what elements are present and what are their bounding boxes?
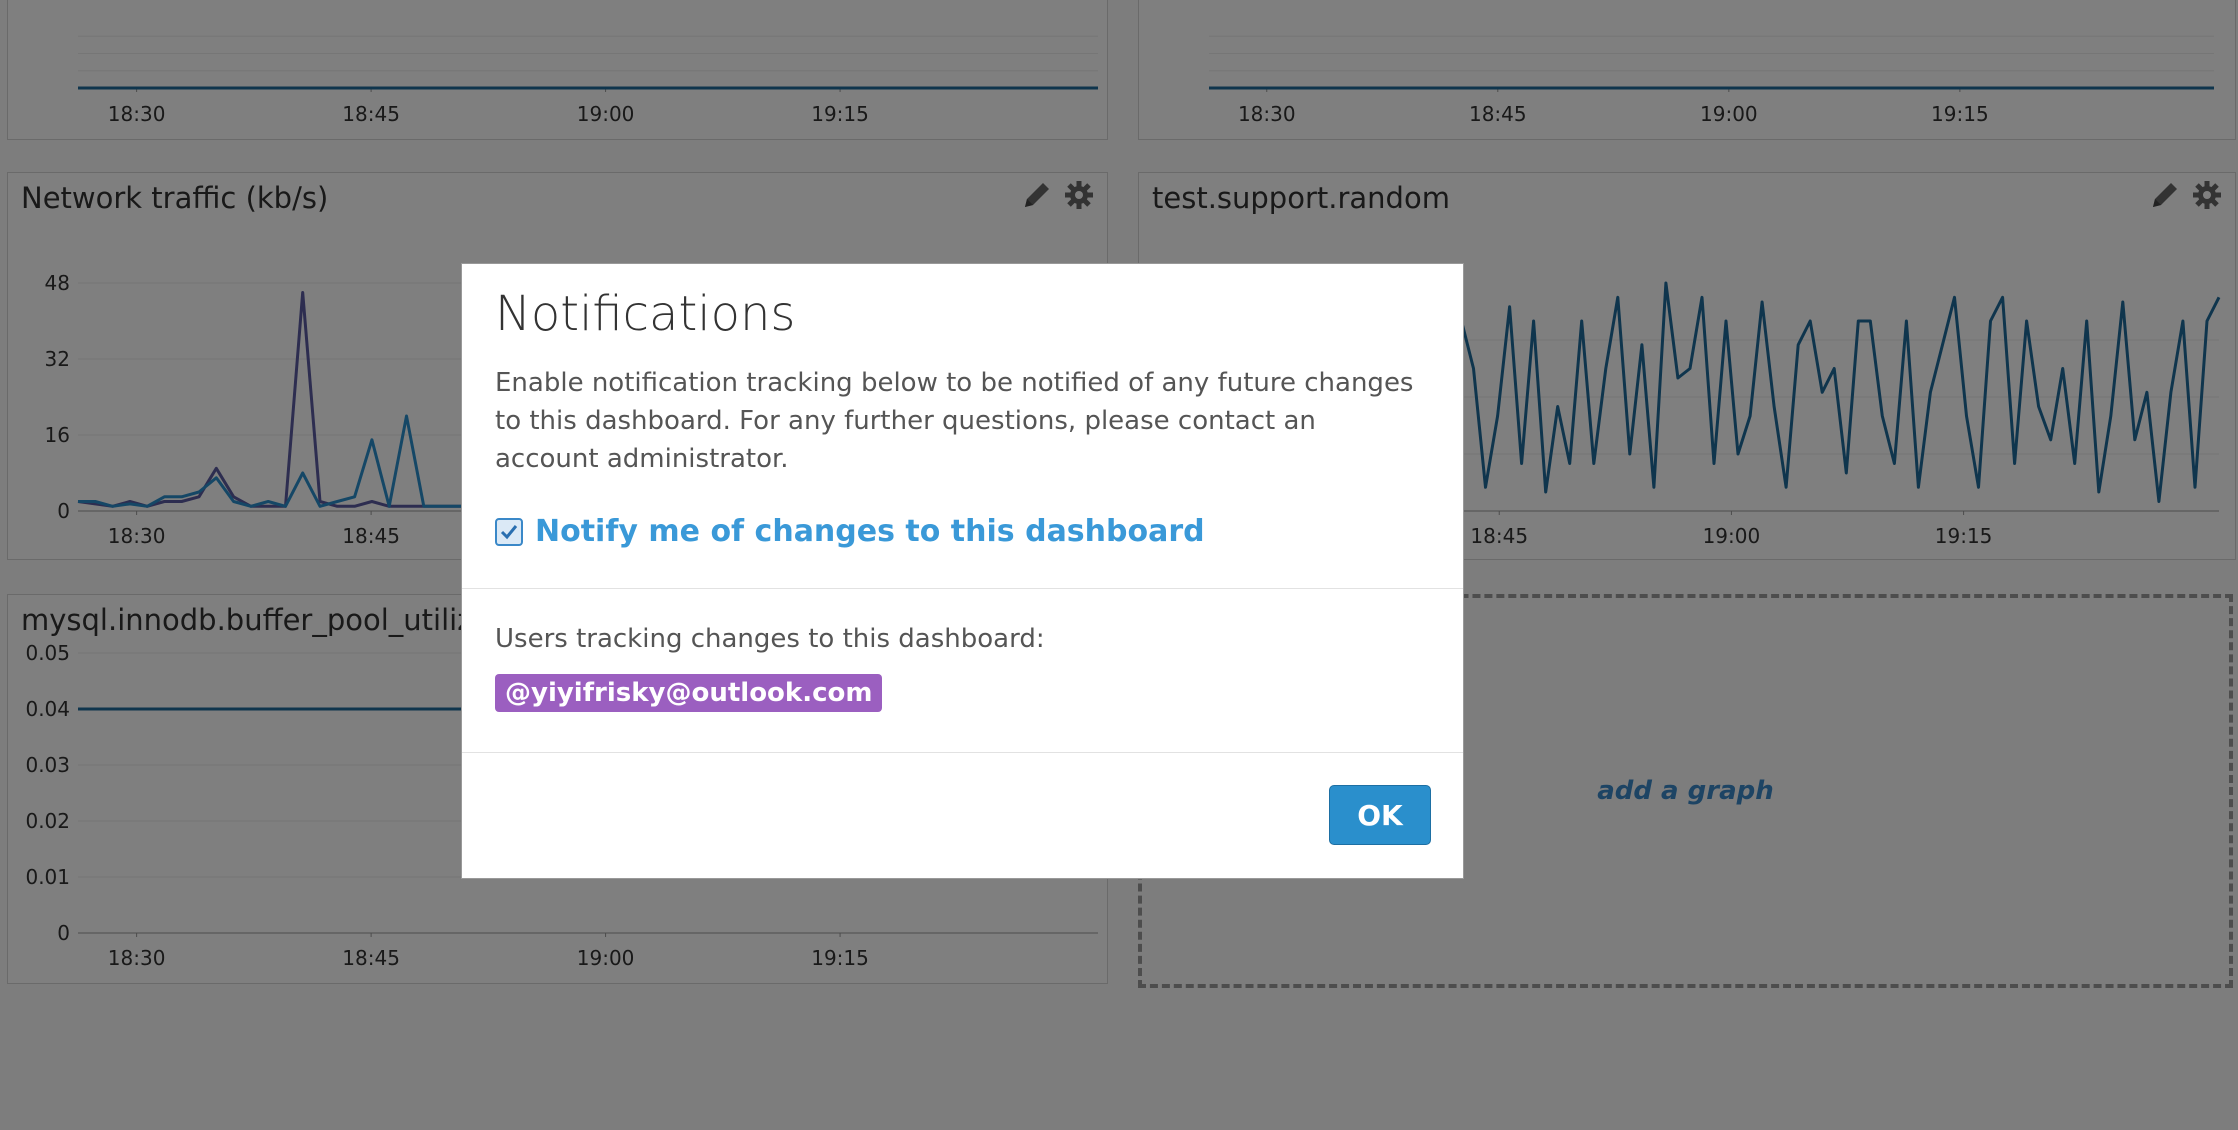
checkmark-icon — [500, 524, 518, 539]
users-tracking-label: Users tracking changes to this dashboard… — [495, 624, 1045, 654]
divider — [462, 752, 1463, 753]
dialog-title: Notifications — [495, 286, 796, 342]
dialog-description: Enable notification tracking below to be… — [495, 368, 1414, 474]
notify-label[interactable]: Notify me of changes to this dashboard — [535, 514, 1205, 549]
notify-toggle-row[interactable]: Notify me of changes to this dashboard — [495, 514, 1205, 549]
divider — [462, 588, 1463, 589]
ok-button[interactable]: OK — [1329, 785, 1431, 845]
user-badge: @yiyifrisky@outlook.com — [495, 674, 883, 712]
notify-checkbox[interactable] — [495, 517, 523, 546]
notifications-dialog: Notifications Enable notification tracki… — [461, 263, 1464, 879]
